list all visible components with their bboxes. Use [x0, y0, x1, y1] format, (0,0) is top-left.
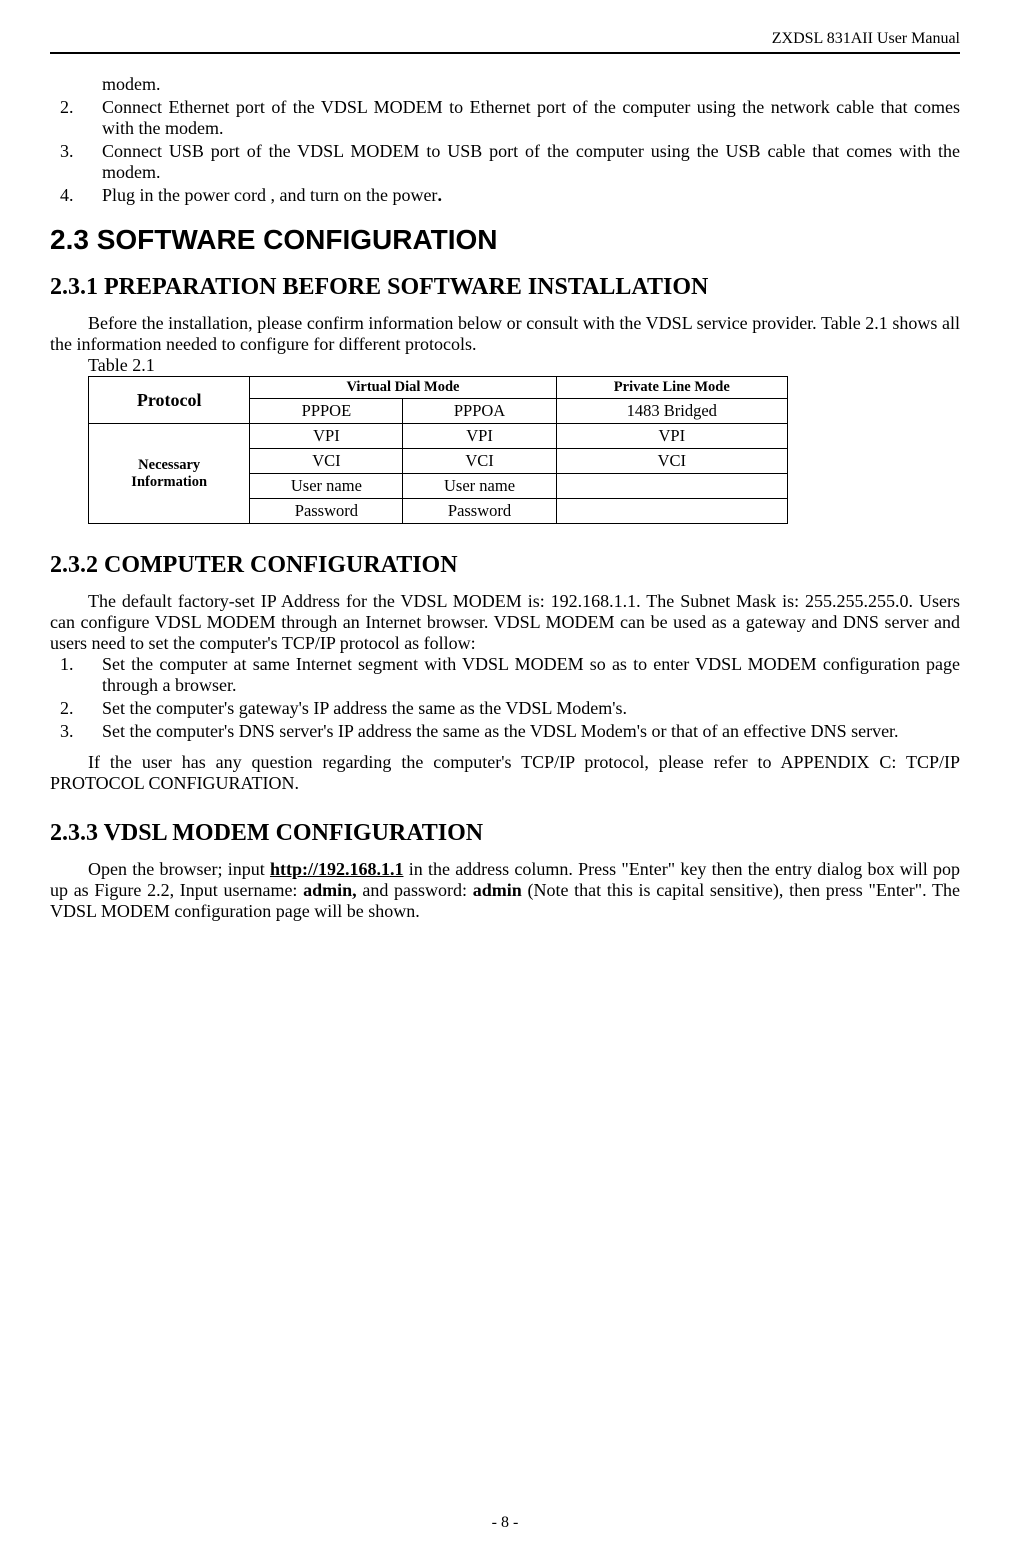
list-text: Set the computer at same Internet segmen…	[102, 654, 960, 696]
table-cell	[556, 499, 787, 524]
list-item: 3. Connect USB port of the VDSL MODEM to…	[50, 141, 960, 183]
page-container: ZXDSL 831AII User Manual modem. 2. Conne…	[0, 0, 1010, 1552]
list-item: 4. Plug in the power cord , and turn on …	[50, 185, 960, 206]
table-cell: VPI	[556, 424, 787, 449]
hardware-steps-list: 2. Connect Ethernet port of the VDSL MOD…	[50, 97, 960, 206]
subsection-heading-2-3-1: 2.3.1 PREPARATION BEFORE SOFTWARE INSTAL…	[50, 274, 960, 301]
prev-list-continuation: modem.	[102, 74, 960, 95]
table-cell: VPI	[250, 424, 403, 449]
protocol-table: Protocol Virtual Dial Mode Private Line …	[88, 376, 788, 524]
table-cell: Password	[403, 499, 556, 524]
section-2-3-2-para1: The default factory-set IP Address for t…	[50, 591, 960, 654]
table-cell: User name	[250, 474, 403, 499]
section-2-3-2-para2: If the user has any question regarding t…	[50, 752, 960, 794]
list-item: 2. Connect Ethernet port of the VDSL MOD…	[50, 97, 960, 139]
list-item: 3. Set the computer's DNS server's IP ad…	[50, 721, 960, 742]
table-cell: VCI	[556, 449, 787, 474]
table-cell	[556, 474, 787, 499]
table-row: Necessary Information VPI VPI VPI	[89, 424, 788, 449]
page-footer: - 8 -	[50, 1514, 960, 1532]
list-text: Connect Ethernet port of the VDSL MODEM …	[102, 97, 960, 139]
table-cell: VPI	[403, 424, 556, 449]
section-heading-2-3: 2.3 SOFTWARE CONFIGURATION	[50, 224, 960, 256]
list-item: 1. Set the computer at same Internet seg…	[50, 654, 960, 696]
admin-password: admin	[473, 880, 522, 900]
list-item: 2. Set the computer's gateway's IP addre…	[50, 698, 960, 719]
list-number: 1.	[60, 654, 88, 675]
admin-username: admin,	[303, 880, 357, 900]
table-cell: PPPOE	[250, 399, 403, 424]
table-row: Protocol Virtual Dial Mode Private Line …	[89, 377, 788, 399]
body-content: modem. 2. Connect Ethernet port of the V…	[50, 74, 960, 922]
list-number: 2.	[60, 97, 88, 118]
table-header-necessary-info: Necessary Information	[89, 424, 250, 524]
list-number: 4.	[60, 185, 88, 206]
list-text-bold-suffix: .	[437, 185, 442, 205]
list-text-prefix: Plug in the power cord , and turn on the…	[102, 185, 437, 205]
list-number: 3.	[60, 141, 88, 162]
modem-url-link: http://192.168.1.1	[270, 859, 404, 879]
necessary-label-line1: Necessary	[138, 457, 200, 473]
table-cell: VCI	[250, 449, 403, 474]
table-cell: User name	[403, 474, 556, 499]
header-divider	[50, 52, 960, 54]
necessary-label-line2: Information	[131, 474, 207, 490]
table-header-virtual-dial: Virtual Dial Mode	[250, 377, 556, 399]
table-header-private-line: Private Line Mode	[556, 377, 787, 399]
list-number: 3.	[60, 721, 88, 742]
list-number: 2.	[60, 698, 88, 719]
page-header-title: ZXDSL 831AII User Manual	[50, 30, 960, 52]
table-cell: Password	[250, 499, 403, 524]
list-text: Set the computer's DNS server's IP addre…	[102, 721, 960, 742]
table-cell: VCI	[403, 449, 556, 474]
subsection-heading-2-3-3: 2.3.3 VDSL MODEM CONFIGURATION	[50, 820, 960, 847]
section-2-3-3-para: Open the browser; input http://192.168.1…	[50, 859, 960, 922]
table-cell: 1483 Bridged	[556, 399, 787, 424]
subsection-heading-2-3-2: 2.3.2 COMPUTER CONFIGURATION	[50, 552, 960, 579]
table-caption: Table 2.1	[88, 355, 960, 376]
table-header-protocol: Protocol	[89, 377, 250, 424]
list-text: Connect USB port of the VDSL MODEM to US…	[102, 141, 960, 183]
t1: Open the browser; input	[88, 859, 270, 879]
list-text: Plug in the power cord , and turn on the…	[102, 185, 960, 206]
section-2-3-1-para: Before the installation, please confirm …	[50, 313, 960, 355]
list-text: Set the computer's gateway's IP address …	[102, 698, 960, 719]
t3: and password:	[357, 880, 473, 900]
computer-config-list: 1. Set the computer at same Internet seg…	[50, 654, 960, 742]
table-cell: PPPOA	[403, 399, 556, 424]
